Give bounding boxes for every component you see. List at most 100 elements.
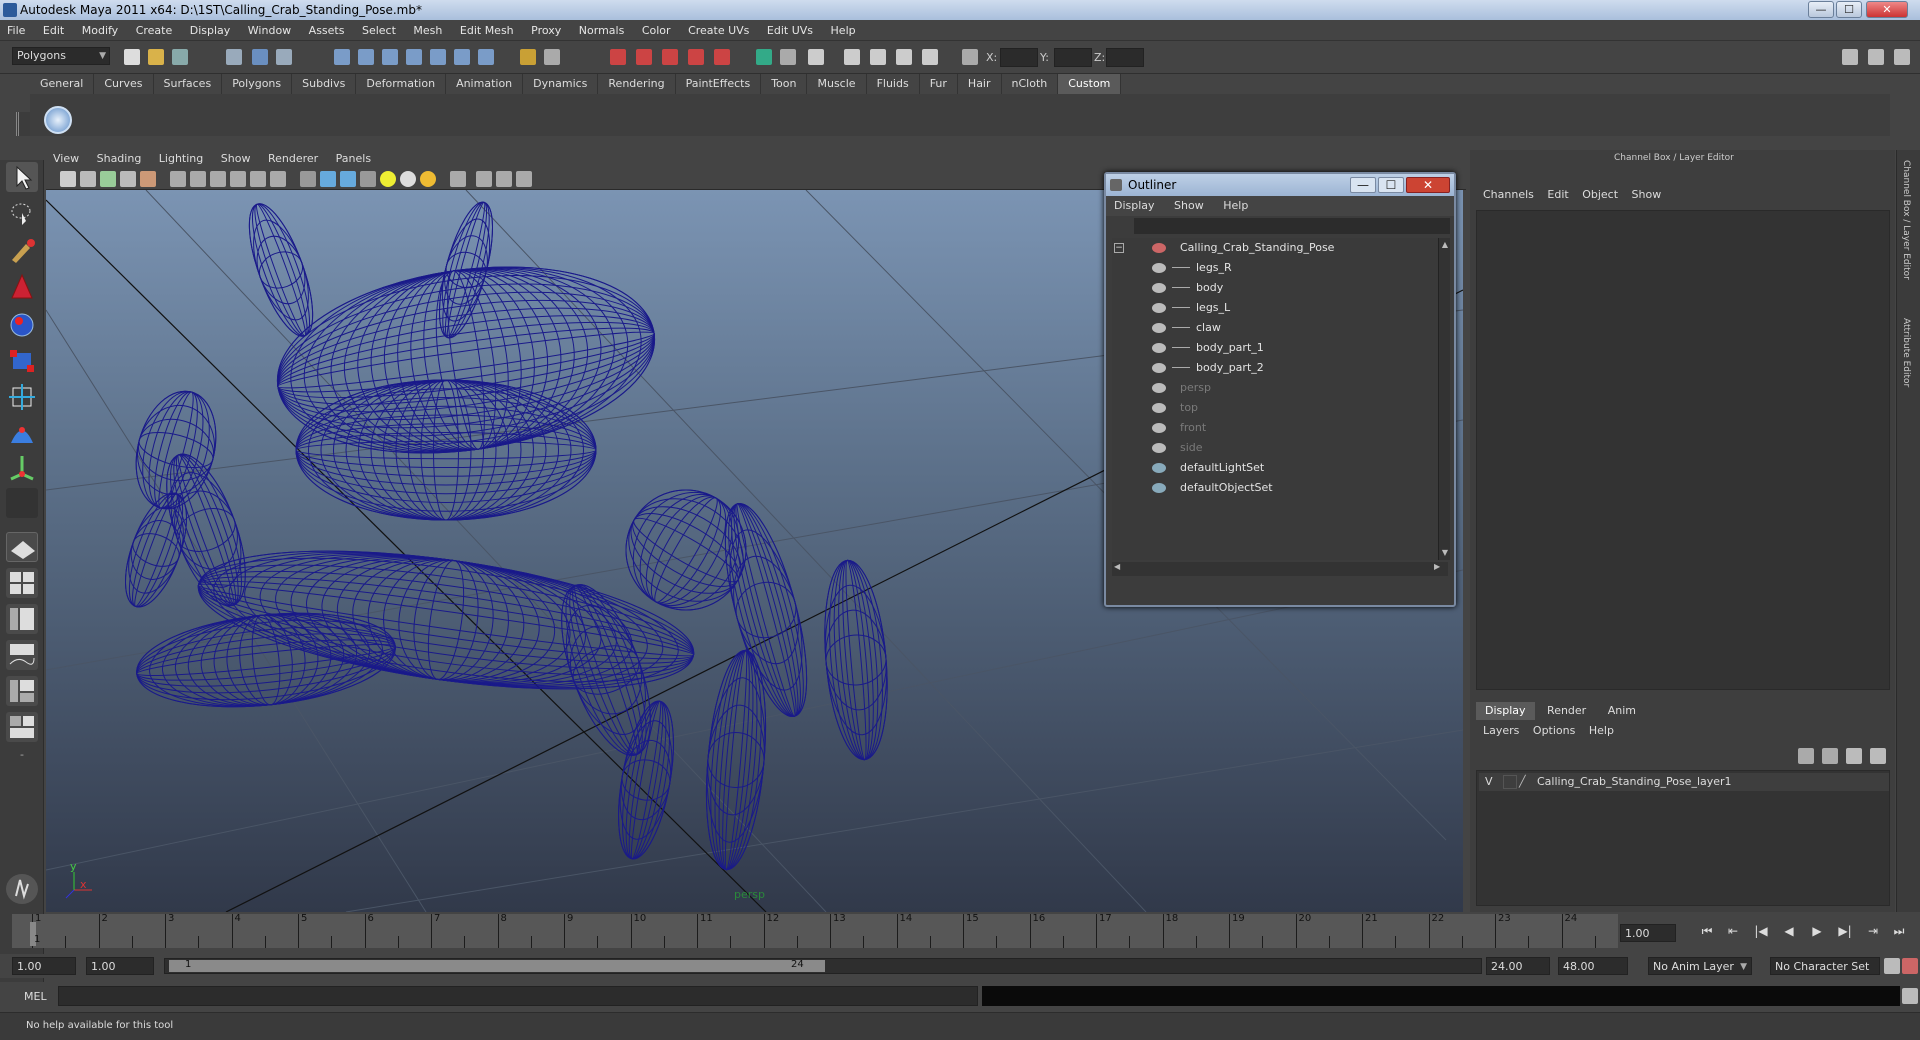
outliner-item[interactable]: persp xyxy=(1112,378,1412,398)
settings-icon[interactable] xyxy=(922,49,938,65)
persp-graph-hypergraph-icon[interactable] xyxy=(6,712,38,742)
move-layer-up-icon[interactable] xyxy=(1846,748,1862,764)
outliner-item[interactable]: legs_L xyxy=(1112,298,1412,318)
play-forwards-button[interactable]: ▶ xyxy=(1808,922,1826,940)
persp-graph-layout-icon[interactable] xyxy=(6,640,38,670)
animation-preferences-icon[interactable] xyxy=(1902,958,1918,974)
range-slider-handle[interactable] xyxy=(169,960,825,972)
outliner-vscrollbar[interactable]: ▲ ▼ xyxy=(1438,238,1450,560)
last-tool-slot[interactable] xyxy=(6,488,38,518)
default-lighting-icon[interactable] xyxy=(380,171,396,187)
outliner-item[interactable]: Calling_Crab_Standing_Pose xyxy=(1112,238,1412,258)
close-button[interactable]: ✕ xyxy=(1866,1,1908,18)
snap-grid-icon[interactable] xyxy=(334,49,350,65)
outliner-menu-help[interactable]: Help xyxy=(1215,196,1256,216)
history-icon[interactable] xyxy=(454,49,470,65)
input-output-icon[interactable] xyxy=(544,49,560,65)
snap-curve-icon[interactable] xyxy=(358,49,374,65)
outliner-item[interactable]: legs_R xyxy=(1112,258,1412,278)
attribute-editor-icon[interactable] xyxy=(808,49,824,65)
minimize-button[interactable]: — xyxy=(1808,1,1834,18)
menu-edit-mesh[interactable]: Edit Mesh xyxy=(453,20,521,41)
step-back-key-button[interactable]: ⇤ xyxy=(1724,922,1742,940)
outliner-item[interactable]: side xyxy=(1112,438,1412,458)
object-menu[interactable]: Object xyxy=(1577,188,1623,201)
gate-mask-icon[interactable] xyxy=(230,171,246,187)
layer-row[interactable]: V ╱ Calling_Crab_Standing_Pose_layer1 xyxy=(1479,773,1889,791)
paint-select-tool-icon[interactable] xyxy=(6,236,38,266)
shadows-icon[interactable] xyxy=(420,171,436,187)
universal-manipulator-icon[interactable] xyxy=(6,382,38,412)
viewport-menu-shading[interactable]: Shading xyxy=(90,150,149,168)
shelf-tab-deformation[interactable]: Deformation xyxy=(356,74,447,94)
render-view-icon[interactable] xyxy=(714,49,730,65)
field-chart-icon[interactable] xyxy=(250,171,266,187)
command-language-label[interactable]: MEL xyxy=(24,990,47,1003)
shelf-tab-hair[interactable]: Hair xyxy=(958,74,1002,94)
render-current-icon[interactable] xyxy=(610,49,626,65)
outliner-item[interactable]: top xyxy=(1112,398,1412,418)
shelf-tab-fluids[interactable]: Fluids xyxy=(867,74,920,94)
textured-icon[interactable] xyxy=(360,171,376,187)
hypershade-icon[interactable] xyxy=(688,49,704,65)
shelf-tab-custom[interactable]: Custom xyxy=(1058,74,1122,94)
menu-proxy[interactable]: Proxy xyxy=(524,20,568,41)
outliner-item[interactable]: front xyxy=(1112,418,1412,438)
lock-icon[interactable] xyxy=(520,49,536,65)
save-scene-icon[interactable] xyxy=(172,49,188,65)
end-time-field[interactable]: 48.00 xyxy=(1558,957,1628,975)
time-slider[interactable]: 1 2 3 4 5 6 7 8 9 10 11 12 13 14 15 16 17 18 19 20 21 22 23 24 … xyxy=(12,913,1618,948)
shelf-tab-curves[interactable]: Curves xyxy=(94,74,154,94)
menu-create-uvs[interactable]: Create UVs xyxy=(681,20,756,41)
shelf-tab-polygons[interactable]: Polygons xyxy=(222,74,293,94)
construction-icon[interactable] xyxy=(478,49,494,65)
hypershade-layout-icon[interactable] xyxy=(6,676,38,706)
anim-layer-dropdown[interactable]: No Anim Layer ▼ xyxy=(1648,957,1752,975)
ipr-render-icon[interactable] xyxy=(636,49,652,65)
scale-tool-icon[interactable] xyxy=(6,346,38,376)
outliner-close-button[interactable]: ✕ xyxy=(1406,177,1450,193)
viewport-menu-lighting[interactable]: Lighting xyxy=(152,150,210,168)
auto-key-icon[interactable] xyxy=(1884,958,1900,974)
step-forward-frame-button[interactable]: ▶| xyxy=(1836,922,1854,940)
show-menu[interactable]: Show xyxy=(1627,188,1667,201)
image-plane-icon[interactable] xyxy=(120,171,136,187)
options-menu[interactable]: Options xyxy=(1528,724,1580,737)
z-field[interactable] xyxy=(1106,48,1144,67)
side-tab-channel-box[interactable]: Channel Box / Layer Editor xyxy=(1901,160,1911,280)
shelf-tab-surfaces[interactable]: Surfaces xyxy=(154,74,223,94)
channel-box-icon[interactable] xyxy=(870,49,886,65)
layer-tab-anim[interactable]: Anim xyxy=(1599,702,1645,720)
move-layer-down-icon[interactable] xyxy=(1870,748,1886,764)
menu-select[interactable]: Select xyxy=(355,20,403,41)
smooth-shading-icon[interactable] xyxy=(320,171,336,187)
safe-action-icon[interactable] xyxy=(270,171,286,187)
go-to-start-button[interactable]: ⏮ xyxy=(1698,922,1716,940)
shelf-tab-painteffects[interactable]: PaintEffects xyxy=(676,74,762,94)
layer-editor-icon[interactable] xyxy=(896,49,912,65)
command-input[interactable] xyxy=(58,986,978,1006)
y-field[interactable] xyxy=(1054,48,1092,67)
single-perspective-layout-icon[interactable] xyxy=(6,532,38,562)
all-lights-icon[interactable] xyxy=(400,171,416,187)
outliner-filter-field[interactable] xyxy=(1134,218,1450,234)
menu-edit-uvs[interactable]: Edit UVs xyxy=(760,20,820,41)
shelf-tab-rendering[interactable]: Rendering xyxy=(598,74,676,94)
step-forward-key-button[interactable]: ⇥ xyxy=(1864,922,1882,940)
layer-tab-render[interactable]: Render xyxy=(1538,702,1595,720)
layout-more-icon[interactable]: - xyxy=(6,748,38,768)
layer-color-swatch[interactable]: ╱ xyxy=(1519,775,1533,789)
panel-layout-icon[interactable] xyxy=(780,49,796,65)
move-tool-icon[interactable] xyxy=(6,272,38,302)
x-field[interactable] xyxy=(1000,48,1038,67)
camera-attributes-icon[interactable] xyxy=(80,171,96,187)
scroll-right-icon[interactable]: ▶ xyxy=(1434,562,1440,571)
outliner-menu-display[interactable]: Display xyxy=(1106,196,1163,216)
menu-display[interactable]: Display xyxy=(183,20,238,41)
go-to-end-button[interactable]: ⏭ xyxy=(1890,922,1908,940)
snap-surface-icon[interactable] xyxy=(430,49,446,65)
viewport-menu-show[interactable]: Show xyxy=(214,150,258,168)
layers-menu[interactable]: Layers xyxy=(1478,724,1524,737)
viewport-menu-panels[interactable]: Panels xyxy=(329,150,378,168)
layer-playback-toggle[interactable] xyxy=(1503,775,1517,789)
